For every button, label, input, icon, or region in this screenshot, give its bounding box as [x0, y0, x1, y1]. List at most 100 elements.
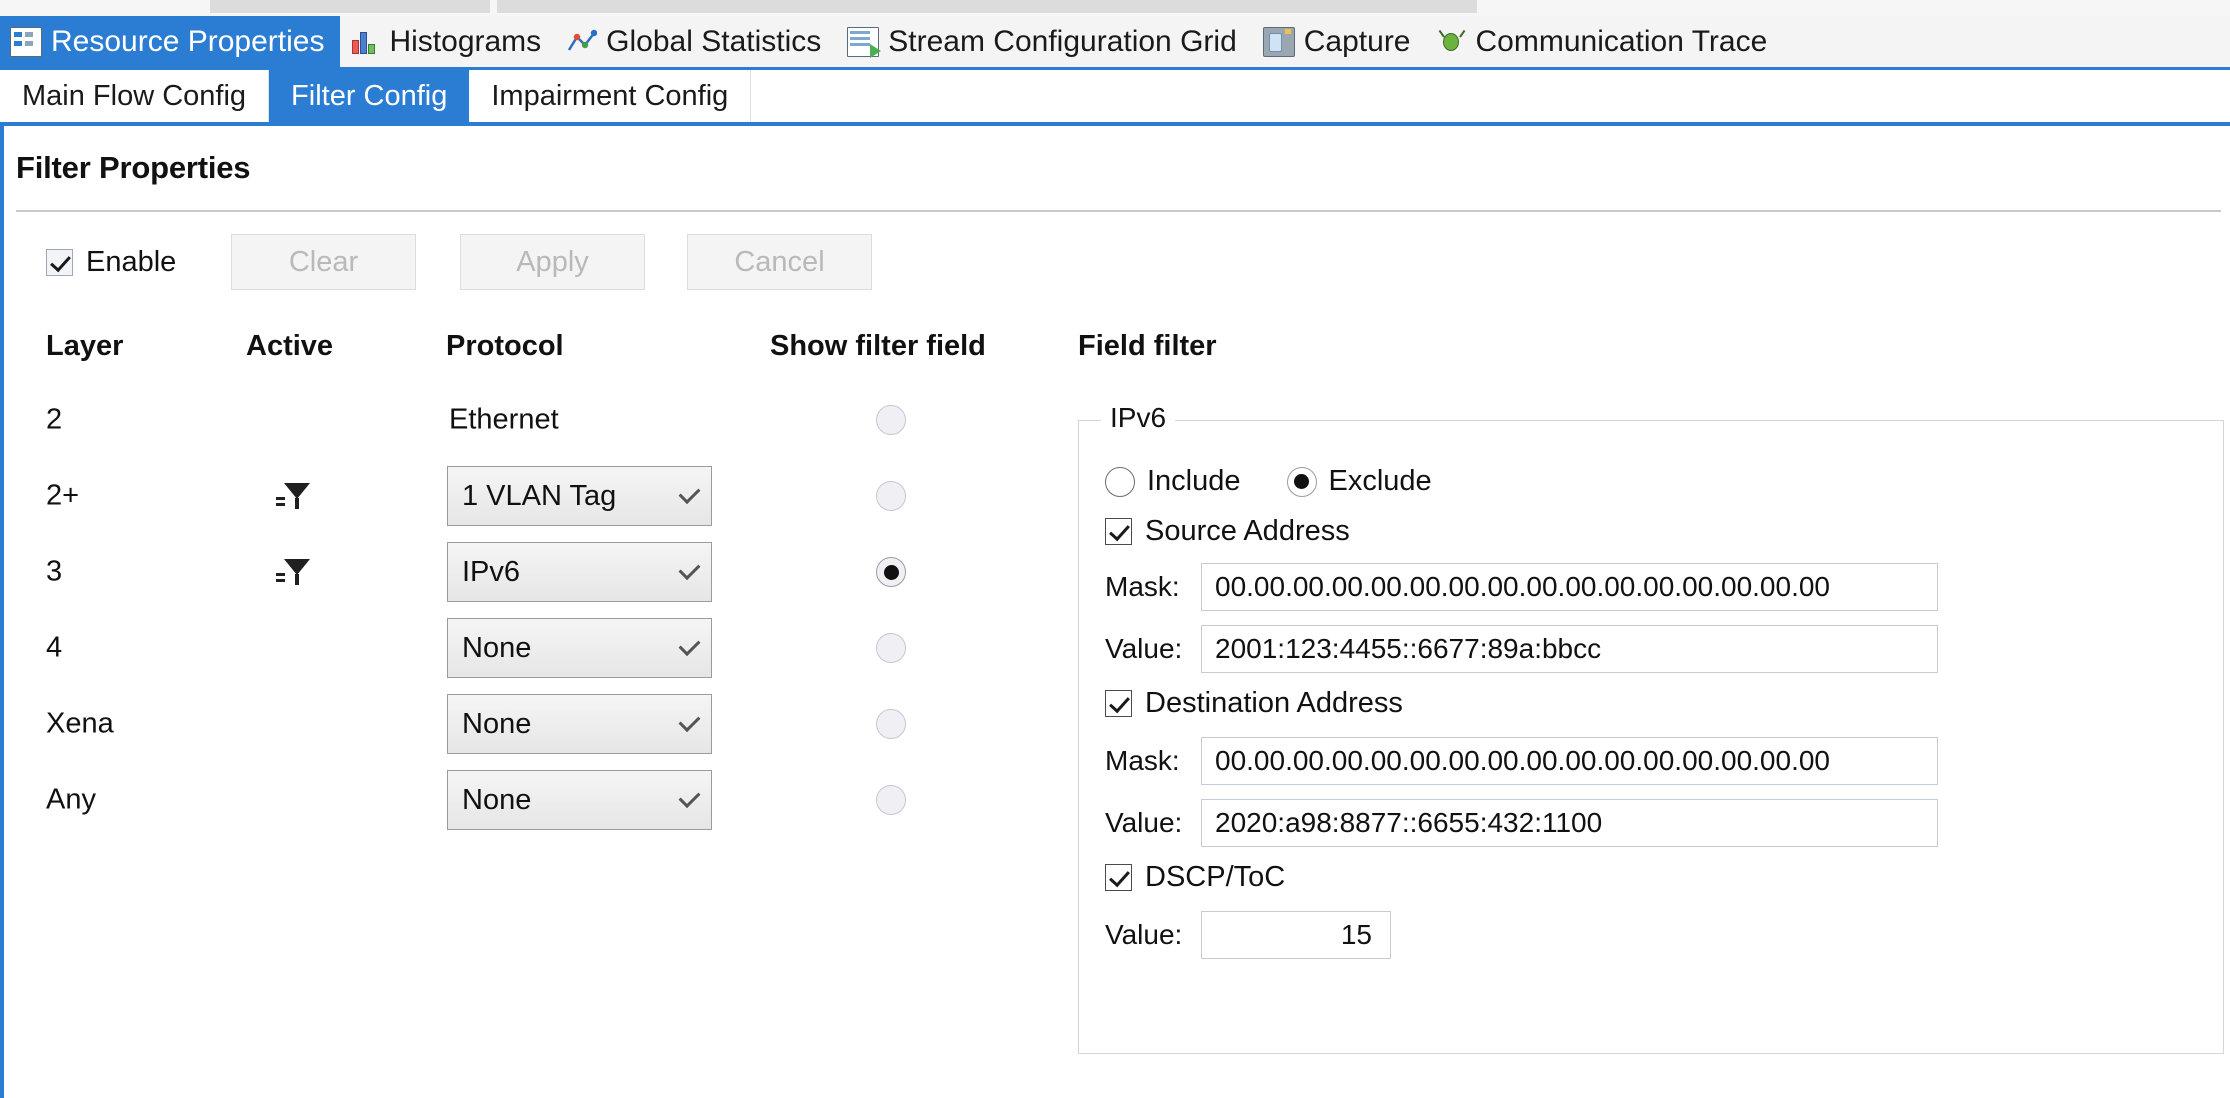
enable-checkbox[interactable]: Enable: [46, 246, 176, 279]
active-filter-icon-cell[interactable]: [276, 481, 310, 511]
show-filter-field-radio[interactable]: [876, 709, 906, 739]
layer-table: 2 Ethernet 2+ 1 VLAN Tag 3 IPv6 4 None X…: [4, 382, 1004, 838]
destination-address-value-input[interactable]: 2020:a98:8877::6655:432:1100: [1201, 799, 1938, 847]
main-tab-bar: Resource Properties Histograms Global St…: [0, 16, 2230, 70]
tab-communication-trace[interactable]: Communication Trace: [1427, 16, 1784, 67]
destination-address-checkbox[interactable]: Destination Address: [1105, 687, 1403, 720]
cancel-button[interactable]: Cancel: [687, 234, 872, 290]
include-radio-label: Include: [1147, 465, 1241, 497]
stream-configuration-grid-icon: [847, 26, 882, 58]
clear-button-label: Clear: [288, 245, 359, 278]
source-address-mask-label: Mask:: [1105, 571, 1180, 602]
apply-button[interactable]: Apply: [460, 234, 645, 290]
active-filter-icon-cell[interactable]: [276, 557, 310, 587]
protocol-dropdown[interactable]: None: [447, 694, 712, 754]
ribbon-strip: [0, 0, 2230, 16]
radio-indicator: [876, 633, 906, 663]
dscp-value-input[interactable]: 15: [1201, 911, 1391, 959]
chevron-down-icon: [667, 786, 711, 809]
column-header-show-filter-field: Show filter field: [770, 330, 986, 362]
destination-address-mask-row: Mask: 00.00.00.00.00.00.00.00.00.00.00.0…: [1105, 737, 1938, 785]
destination-address-checkbox-box: [1105, 690, 1132, 717]
column-header-layer: Layer: [46, 330, 124, 362]
subtab-impairment-config[interactable]: Impairment Config: [469, 70, 752, 122]
layer-label: Xena: [46, 707, 114, 740]
histograms-icon: [350, 28, 380, 56]
destination-address-mask-input[interactable]: 00.00.00.00.00.00.00.00.00.00.00.00.00.0…: [1201, 737, 1938, 785]
radio-indicator: [876, 557, 906, 587]
chevron-down-icon: [667, 634, 711, 657]
destination-address-value-label: Value:: [1105, 807, 1183, 838]
tab-label: Histograms: [389, 24, 542, 58]
app-window: Resource Properties Histograms Global St…: [0, 0, 2230, 1098]
show-filter-field-radio[interactable]: [876, 405, 906, 435]
title-divider: [16, 210, 2221, 212]
source-address-value-label: Value:: [1105, 633, 1183, 664]
layer-label: 3: [46, 555, 63, 588]
field-filter-groupbox: IPv6 Include Exclude Source Address Mask…: [1078, 402, 2224, 1054]
tab-label: Communication Trace: [1475, 24, 1768, 58]
cancel-button-label: Cancel: [734, 245, 825, 278]
chevron-down-icon: [667, 558, 711, 581]
tab-label: Capture: [1303, 24, 1411, 58]
table-row: 2 Ethernet: [4, 382, 1004, 458]
source-address-value-row: Value: 2001:123:4455::6677:89a:bbcc: [1105, 625, 1938, 673]
ribbon-segment-right: [497, 0, 1477, 13]
dscp-value-label: Value:: [1105, 919, 1183, 950]
tab-resource-properties[interactable]: Resource Properties: [0, 16, 341, 67]
destination-address-mask-label: Mask:: [1105, 745, 1180, 776]
subtab-label: Main Flow Config: [22, 79, 247, 112]
source-address-checkbox-label: Source Address: [1145, 515, 1350, 547]
radio-indicator: [876, 785, 906, 815]
sub-tab-bar: Main Flow Config Filter Config Impairmen…: [0, 70, 2230, 126]
show-filter-field-radio[interactable]: [876, 785, 906, 815]
destination-address-checkbox-label: Destination Address: [1145, 687, 1403, 719]
filter-funnel-icon: [276, 557, 310, 587]
dscp-checkbox-box: [1105, 864, 1132, 891]
radio-indicator: [876, 405, 906, 435]
exclude-radio[interactable]: [1286, 466, 1317, 497]
layer-label: 4: [46, 631, 63, 664]
protocol-dropdown-value: IPv6: [462, 555, 521, 588]
tab-capture[interactable]: Capture: [1253, 16, 1427, 67]
tab-global-statistics[interactable]: Global Statistics: [557, 16, 837, 67]
column-header-protocol: Protocol: [446, 330, 564, 362]
apply-button-label: Apply: [516, 245, 589, 278]
table-row: 2+ 1 VLAN Tag: [4, 458, 1004, 534]
radio-indicator: [876, 709, 906, 739]
source-address-mask-input[interactable]: 00.00.00.00.00.00.00.00.00.00.00.00.00.0…: [1201, 563, 1938, 611]
protocol-dropdown-value: None: [462, 707, 532, 740]
show-filter-field-radio[interactable]: [876, 481, 906, 511]
source-address-checkbox[interactable]: Source Address: [1105, 515, 1350, 548]
capture-icon: [1262, 26, 1295, 57]
source-address-value-input[interactable]: 2001:123:4455::6677:89a:bbcc: [1201, 625, 1938, 673]
chevron-down-icon: [667, 482, 711, 505]
clear-button[interactable]: Clear: [231, 234, 416, 290]
subtab-label: Filter Config: [291, 79, 448, 112]
tab-stream-configuration-grid[interactable]: Stream Configuration Grid: [837, 16, 1253, 67]
show-filter-field-radio[interactable]: [876, 633, 906, 663]
destination-address-value-row: Value: 2020:a98:8877::6655:432:1100: [1105, 799, 1938, 847]
protocol-dropdown[interactable]: None: [447, 770, 712, 830]
layer-label: 2: [46, 403, 63, 436]
radio-indicator: [876, 481, 906, 511]
table-row: 4 None: [4, 610, 1004, 686]
tab-label: Stream Configuration Grid: [888, 24, 1237, 58]
tab-label: Global Statistics: [606, 24, 822, 58]
protocol-dropdown[interactable]: None: [447, 618, 712, 678]
dscp-checkbox-label: DSCP/ToC: [1145, 861, 1286, 893]
show-filter-field-radio[interactable]: [876, 557, 906, 587]
table-row: 3 IPv6: [4, 534, 1004, 610]
source-address-mask-row: Mask: 00.00.00.00.00.00.00.00.00.00.00.0…: [1105, 563, 1938, 611]
tab-histograms[interactable]: Histograms: [340, 16, 557, 67]
protocol-dropdown[interactable]: IPv6: [447, 542, 712, 602]
layer-label: Any: [46, 783, 96, 816]
field-filter-groupbox-legend: IPv6: [1101, 402, 1176, 434]
subtab-main-flow-config[interactable]: Main Flow Config: [0, 70, 270, 122]
exclude-radio-label: Exclude: [1328, 465, 1432, 497]
dscp-checkbox[interactable]: DSCP/ToC: [1105, 861, 1285, 894]
protocol-dropdown[interactable]: 1 VLAN Tag: [447, 466, 712, 526]
resource-properties-icon: [10, 26, 42, 57]
include-radio[interactable]: [1105, 466, 1135, 497]
subtab-filter-config[interactable]: Filter Config: [269, 70, 470, 122]
